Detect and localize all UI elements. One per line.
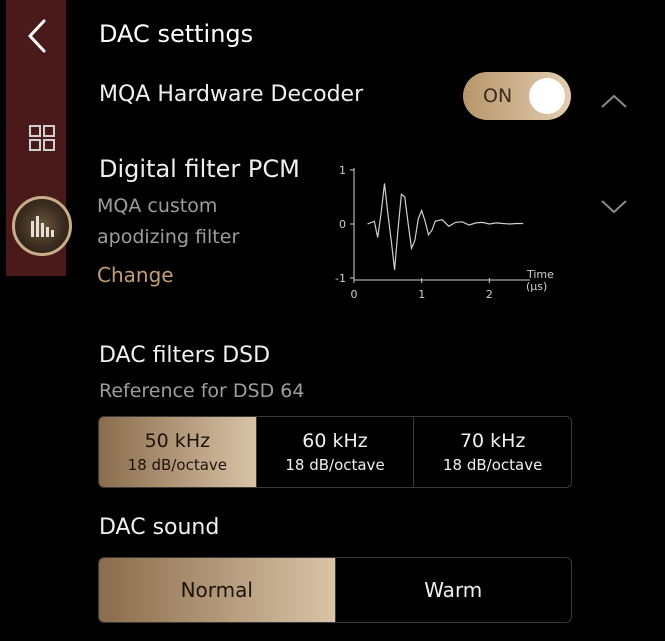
dac-sound-title: DAC sound [99,515,220,540]
sound-option-warm[interactable]: Warm [336,558,572,622]
y-tick-label: -1 [335,272,346,285]
dac-sound-selector: Normal Warm [98,557,572,623]
mqa-decoder-label: MQA Hardware Decoder [99,82,364,107]
chevron-down-icon[interactable] [599,198,629,216]
page-title: DAC settings [99,20,254,48]
option-label: Warm [424,578,483,602]
mqa-decoder-toggle[interactable]: ON [463,72,571,120]
dsd-option-60khz[interactable]: 60 kHz 18 dB/octave [257,417,415,487]
option-label: Normal [180,578,253,602]
x-tick-label: 0 [351,288,358,301]
toggle-knob [529,78,565,114]
option-slope: 18 dB/octave [127,456,227,474]
digital-filter-title: Digital filter PCM [99,155,300,183]
grid-icon[interactable] [28,124,56,152]
dsd-option-70khz[interactable]: 70 kHz 18 dB/octave [414,417,571,487]
dsd-option-50khz[interactable]: 50 kHz 18 dB/octave [99,417,257,487]
sound-option-normal[interactable]: Normal [99,558,336,622]
x-axis-unit: (µs) [526,280,547,293]
dsd-reference-subtitle: Reference for DSD 64 [99,380,305,402]
option-slope: 18 dB/octave [443,456,543,474]
filter-name-line1: MQA custom [97,195,218,217]
option-slope: 18 dB/octave [285,456,385,474]
filter-name-line2: apodizing filter [97,226,240,248]
impulse-response-chart: 0 1 210-1 Time (µs) [335,164,554,301]
impulse-response-line [367,183,524,270]
chevron-up-icon[interactable] [599,92,629,110]
toggle-state-label: ON [483,85,513,107]
dsd-filter-selector: 50 kHz 18 dB/octave 60 kHz 18 dB/octave … [98,416,572,488]
x-tick-label: 1 [418,288,425,301]
y-tick-label: 1 [339,164,346,177]
option-frequency: 50 kHz [144,430,211,452]
dsd-filters-title: DAC filters DSD [99,343,271,368]
album-art-thumbnail[interactable] [12,196,72,256]
change-filter-link[interactable]: Change [97,263,174,287]
option-frequency: 60 kHz [302,430,368,452]
x-tick-label: 2 [486,288,493,301]
back-chevron-icon[interactable] [24,18,54,54]
option-frequency: 70 kHz [459,430,526,452]
y-tick-label: 0 [339,218,346,231]
